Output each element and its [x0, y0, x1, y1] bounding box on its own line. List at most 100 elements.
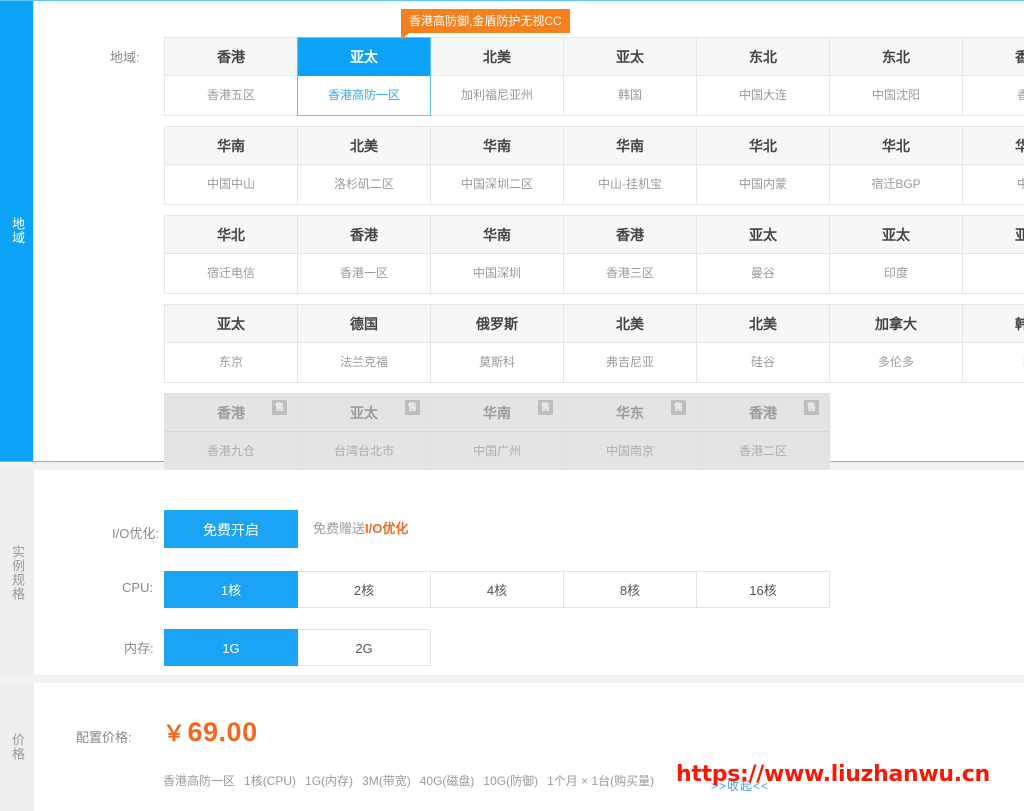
region-cell-zone-label: 硅谷: [697, 343, 829, 382]
region-cell-zone-label: 中山-挂机宝: [564, 165, 696, 204]
price-row-label: 配置价格:: [76, 730, 132, 745]
price-amount-value: 69.00: [187, 717, 258, 747]
region-cell-zone-label: 中国南京: [564, 432, 696, 471]
region-cell[interactable]: 香港 香港三区: [563, 215, 697, 294]
region-cell-region-label: 香港: [1015, 49, 1024, 65]
region-cell-region-label: 北美: [483, 49, 511, 65]
region-cell-region-label: 亚太: [749, 227, 777, 243]
region-section: 地域 地域: 香港高防御,金盾防护无视CC 香港 香港五区 亚太 香港高防一区 北美 加利…: [0, 0, 1024, 472]
region-tooltip-text: 香港高防御,金盾防护无视CC: [409, 14, 562, 28]
region-cell[interactable]: 香港 香港一区: [297, 215, 431, 294]
region-cell[interactable]: 亚太首: [962, 215, 1024, 294]
region-cell-region-label: 华南: [483, 227, 511, 243]
io-option-group: 免费开启 免费赠送I/O优化: [164, 510, 408, 548]
price-summary-item: 40G(磁盘): [419, 774, 475, 788]
region-cell-region-label: 东北: [882, 49, 910, 65]
region-cell[interactable]: 亚太 韩国: [563, 37, 697, 116]
region-cell-zone-label: 中国深圳二区: [431, 165, 563, 204]
io-row-label: I/O优化:: [112, 526, 159, 541]
region-cell: 香港 售罄香港九仓: [164, 393, 298, 472]
region-cell-region-label: 华北: [217, 227, 245, 243]
region-cell[interactable]: 华南 中国深圳: [430, 215, 564, 294]
region-cell-region-label: 华北: [749, 138, 777, 154]
region-cell-zone-label: 莫斯科: [431, 343, 563, 382]
io-note-highlight: I/O优化: [365, 521, 409, 536]
price-summary-item: 3M(带宽): [362, 774, 411, 788]
section-tab-spec[interactable]: 实例规格: [0, 470, 33, 675]
region-cell-region-label: 北美: [350, 138, 378, 154]
region-cell[interactable]: 华南 中山-挂机宝: [563, 126, 697, 205]
region-cell[interactable]: 香港香港: [962, 37, 1024, 116]
region-cell-region-label: 北美: [749, 316, 777, 332]
region-cell[interactable]: 韩国韩: [962, 304, 1024, 383]
region-cell-zone-label: 香港高防一区: [298, 76, 430, 115]
region-cell[interactable]: 华南 中国中山: [164, 126, 298, 205]
region-cell-zone-label: 韩: [963, 343, 1024, 382]
memory-option[interactable]: 1G: [164, 629, 298, 666]
cpu-option[interactable]: 8核: [563, 571, 697, 608]
region-cell[interactable]: 香港 香港五区: [164, 37, 298, 116]
region-cell[interactable]: 东北 中国大连: [696, 37, 830, 116]
pricing-configurator-page: 地域 地域: 香港高防御,金盾防护无视CC 香港 香港五区 亚太 香港高防一区 北美 加利…: [0, 0, 1024, 811]
region-cell[interactable]: 亚太 东京: [164, 304, 298, 383]
region-cell-region-label: 华南: [217, 138, 245, 154]
region-cell[interactable]: 北美 洛杉矶二区: [297, 126, 431, 205]
region-cell-region-label: 加拿大: [875, 316, 917, 332]
region-cell[interactable]: 北美 硅谷: [696, 304, 830, 383]
cpu-row-label: CPU:: [122, 580, 154, 595]
io-note: 免费赠送I/O优化: [313, 510, 408, 548]
region-cell-zone-label: 法兰克福: [298, 343, 430, 382]
section-tab-region[interactable]: 地域: [0, 1, 33, 461]
region-cell-zone-label: 宿迁BGP: [830, 165, 962, 204]
region-cell[interactable]: 华北 中国内蒙: [696, 126, 830, 205]
region-cell[interactable]: 北美 弗吉尼亚: [563, 304, 697, 383]
price-summary-item: 1核(CPU): [244, 774, 297, 788]
memory-row-label: 内存:: [124, 641, 154, 656]
region-cell[interactable]: 亚太 印度: [829, 215, 963, 294]
region-cell[interactable]: 华北 宿迁电信: [164, 215, 298, 294]
cpu-option-label: 2核: [353, 583, 375, 598]
price-currency-symbol: ￥: [163, 721, 186, 746]
region-cell-region-label: 香港: [616, 227, 644, 243]
cpu-option[interactable]: 1核: [164, 571, 298, 608]
region-cell[interactable]: 北美 加利福尼亚州: [430, 37, 564, 116]
cpu-option-label: 4核: [486, 583, 508, 598]
region-cell-zone-label: 中国中山: [165, 165, 297, 204]
region-cell[interactable]: 德国 法兰克福: [297, 304, 431, 383]
region-cell-zone-label: 中国深圳: [431, 254, 563, 293]
site-watermark: https://www.liuzhanwu.cn: [676, 762, 990, 787]
region-cell-zone-label: 加利福尼亚州: [431, 76, 563, 115]
cpu-option[interactable]: 4核: [430, 571, 564, 608]
region-tooltip: 香港高防御,金盾防护无视CC: [401, 9, 570, 40]
section-tab-price-label: 价格: [9, 733, 25, 761]
region-cell-zone-label: 首: [963, 254, 1024, 293]
region-cell-zone-label: 中国大连: [697, 76, 829, 115]
region-cell[interactable]: 华北中国: [962, 126, 1024, 205]
region-cell-selected[interactable]: 亚太 香港高防一区: [297, 37, 431, 116]
region-cell[interactable]: 加拿大 多伦多: [829, 304, 963, 383]
region-cell[interactable]: 东北 中国沈阳: [829, 37, 963, 116]
cpu-option-group: 1核 2核 4核 8核 16核: [164, 571, 830, 608]
price-section: 价格 配置价格:: [0, 683, 1024, 811]
region-cell-region-label: 亚太: [882, 227, 910, 243]
io-option-free-enable[interactable]: 免费开启: [164, 510, 298, 548]
region-cell[interactable]: 亚太 曼谷: [696, 215, 830, 294]
section-tab-price[interactable]: 价格: [0, 683, 33, 811]
region-cell[interactable]: 华南 中国深圳二区: [430, 126, 564, 205]
section-tab-region-label: 地域: [9, 217, 25, 245]
region-cell[interactable]: 华北 宿迁BGP: [829, 126, 963, 205]
region-cell-zone-label: 香港: [963, 76, 1024, 115]
region-row: 华北宿迁电信香港香港一区华南中国深圳香港香港三区亚太曼谷亚太印度亚太首: [164, 215, 1024, 294]
region-cell-zone-label: 香港二区: [697, 432, 829, 471]
cpu-option[interactable]: 16核: [696, 571, 830, 608]
region-section-body: 地域: 香港高防御,金盾防护无视CC 香港 香港五区 亚太 香港高防一区 北美 加利福尼亚…: [33, 1, 1024, 472]
cpu-option[interactable]: 2核: [297, 571, 431, 608]
spec-section-body: I/O优化: 免费开启 免费赠送I/O优化 CPU: 1核 2核 4核 8核 16核 内…: [33, 470, 1024, 675]
sold-out-badge: 售罄: [538, 400, 553, 415]
memory-option[interactable]: 2G: [297, 629, 431, 666]
region-cell[interactable]: 俄罗斯 莫斯科: [430, 304, 564, 383]
region-row: 亚太东京德国法兰克福俄罗斯莫斯科北美弗吉尼亚北美硅谷加拿大多伦多韩国韩: [164, 304, 1024, 383]
region-cell-zone-label: 东京: [165, 343, 297, 382]
region-row: 华南 中国中山 北美 洛杉矶二区 华南 中国深圳二区 华南 中山-挂机宝 华北 中国内蒙 华北 宿迁B…: [164, 126, 1024, 205]
region-cell-zone-label: 宿迁电信: [165, 254, 297, 293]
